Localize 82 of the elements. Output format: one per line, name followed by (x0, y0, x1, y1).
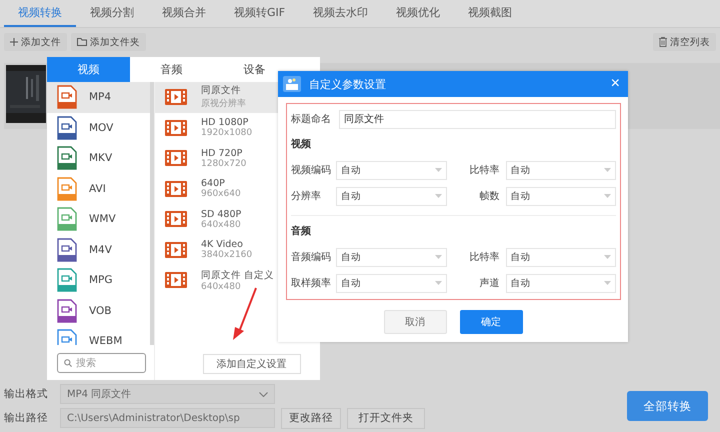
format-tab[interactable]: 视频 (47, 57, 130, 82)
change-path-button[interactable]: 更改路径 (281, 408, 341, 428)
field-label: 分辨率 (291, 190, 322, 203)
clear-list-button[interactable]: 清空列表 (653, 33, 716, 51)
video-file-icon (57, 176, 77, 201)
dropdown-caret-icon (434, 255, 442, 259)
parameter-select[interactable]: 自动 (336, 160, 446, 180)
output-format-label: 输出格式 (4, 387, 49, 401)
video-file-icon (57, 116, 77, 140)
folder-icon (77, 38, 87, 46)
trash-icon (659, 37, 667, 47)
field-label: 比特率 (468, 250, 500, 264)
preset-title: HD 720P (201, 148, 244, 159)
add-file-button[interactable]: 添加文件 (4, 33, 67, 51)
search-input[interactable]: 搜索 (76, 355, 139, 371)
dropdown-caret-icon (604, 255, 611, 259)
parameter-select[interactable]: 自动 (336, 248, 446, 266)
film-icon (165, 150, 187, 166)
title-input[interactable]: 同原文件 (339, 110, 616, 128)
video-file-icon (57, 146, 77, 170)
field-label: 声道 (478, 276, 500, 290)
preset-title: HD 1080P (201, 117, 248, 128)
output-path-label: 输出路径 (4, 411, 49, 425)
preset-title: 同原文件 自定义 (201, 268, 274, 282)
dropdown-caret-icon (434, 168, 442, 172)
dropdown-caret-icon (434, 194, 442, 198)
preset-title: 640P (201, 178, 225, 190)
parameter-select[interactable]: 自动 (336, 274, 446, 292)
preset-title: 4K Video (201, 239, 243, 250)
close-button[interactable]: × (610, 76, 620, 92)
preset-resolution: 640x480 (201, 220, 242, 230)
parameter-select[interactable]: 自动 (506, 160, 616, 180)
search-field[interactable]: 搜索 (57, 353, 146, 373)
preset-title: 同原文件 (201, 84, 242, 98)
format-item[interactable]: MP4 (47, 82, 150, 112)
dropdown-caret-icon (604, 168, 611, 172)
video-file-icon (57, 298, 77, 323)
output-format-select[interactable]: MP4 同原文件 (60, 384, 275, 404)
dropdown-caret-icon (434, 281, 442, 285)
preset-title: SD 480P (201, 208, 242, 220)
open-folder-button[interactable]: 打开文件夹 (347, 408, 425, 428)
film-icon (165, 89, 187, 106)
preset-resolution: 1920x1080 (201, 128, 252, 138)
parameter-select[interactable]: 自动 (336, 186, 446, 206)
confirm-button[interactable]: 确定 (460, 310, 522, 334)
dropdown-caret-icon (604, 281, 611, 285)
video-file-icon (57, 238, 77, 262)
plus-icon (10, 38, 18, 46)
film-icon (165, 120, 187, 136)
search-icon (64, 359, 72, 367)
cancel-button[interactable]: 取消 (384, 310, 446, 334)
nav-tab[interactable]: 视频优化 (382, 0, 454, 27)
add-folder-button[interactable]: 添加文件夹 (71, 33, 146, 51)
preset-resolution: 原视分辨率 (201, 98, 246, 110)
nav-tab[interactable]: 视频合并 (148, 0, 220, 27)
add-custom-button[interactable]: 添加自定义设置 (202, 354, 300, 374)
nav-tab[interactable]: 视频截图 (454, 0, 526, 27)
parameter-select[interactable]: 自动 (506, 186, 616, 206)
field-label: 比特率 (468, 164, 500, 177)
field-label: 帧数 (478, 190, 500, 203)
video-file-icon (57, 207, 77, 232)
video-file-icon (57, 268, 77, 292)
film-icon (165, 242, 187, 258)
film-icon (165, 180, 187, 197)
app-logo-icon (283, 76, 301, 92)
preset-resolution: 3840x2160 (201, 250, 252, 260)
film-icon (165, 211, 187, 228)
format-item[interactable]: MOV (47, 112, 150, 143)
parameter-select[interactable]: 自动 (506, 274, 616, 292)
video-file-icon (57, 85, 77, 110)
nav-tab[interactable]: 视频分割 (76, 0, 148, 27)
nav-tab[interactable]: 视频转GIF (220, 0, 300, 27)
convert-all-button[interactable]: 全部转换 (627, 391, 708, 421)
chevron-down-icon (259, 392, 268, 396)
preset-resolution: 960x640 (201, 189, 241, 200)
preset-resolution: 640x480 (201, 282, 242, 292)
nav-tab[interactable]: 视频去水印 (299, 0, 382, 27)
parameter-select[interactable]: 自动 (506, 248, 616, 266)
dropdown-caret-icon (604, 194, 611, 198)
preset-resolution: 1280x720 (201, 158, 246, 169)
film-icon (165, 272, 187, 288)
output-path-field[interactable]: C:\Users\Administrator\Desktop\sp (60, 408, 275, 428)
